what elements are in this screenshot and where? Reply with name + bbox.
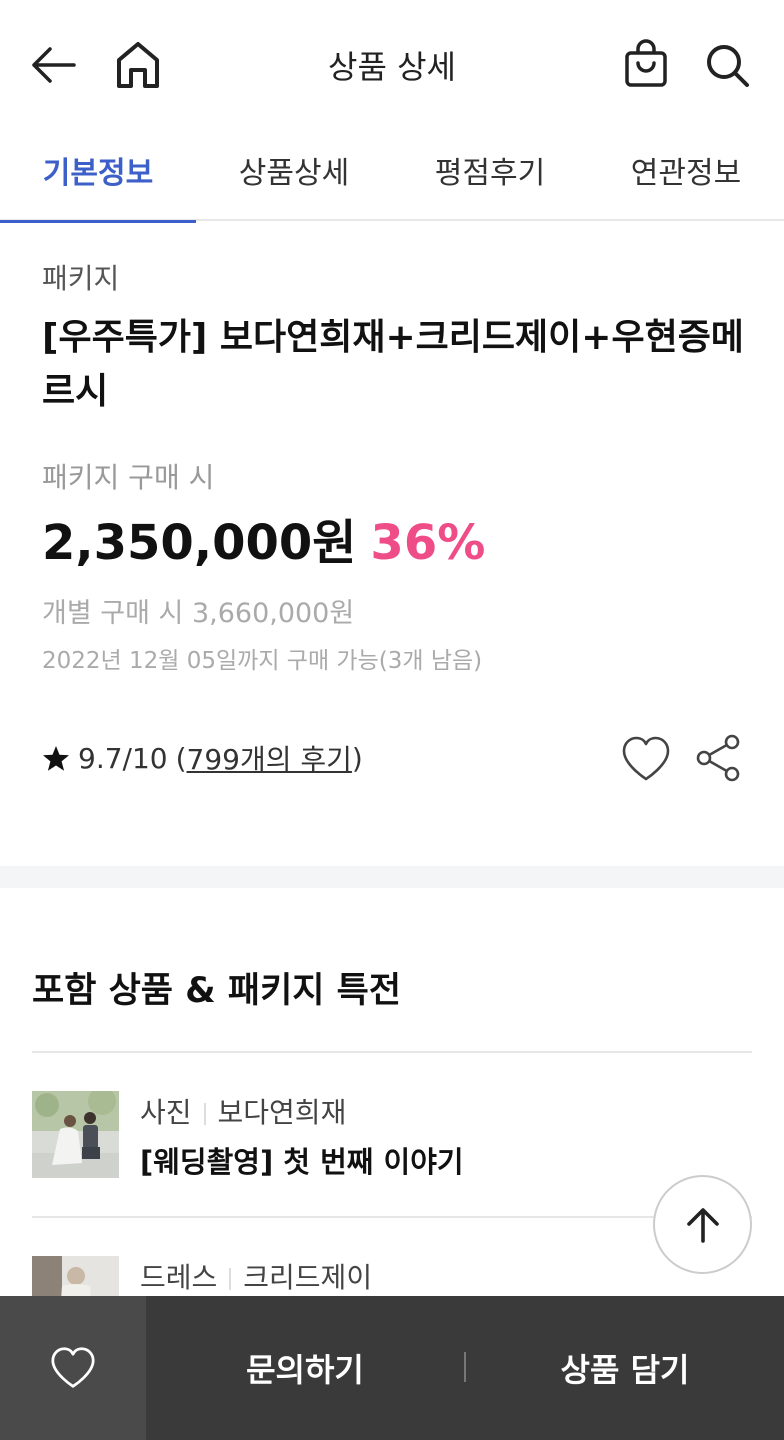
item-type: 드레스 [140,1261,218,1294]
product-category: 패키지 [42,262,120,295]
product-thumbnail [32,1091,119,1178]
package-price: 2,350,000원 [42,515,357,571]
item-vendor: 보다연희재 [217,1096,347,1129]
meta-separator [229,1268,232,1290]
list-item[interactable]: 드레스 크리드제이 [32,1256,752,1296]
section-divider [0,866,784,888]
bottom-action-bar: 문의하기 상품 담기 [0,1296,784,1440]
rating-paren-open: ( [175,741,187,775]
tab-related-info[interactable]: 연관정보 [588,130,784,221]
scroll-to-top-button[interactable] [653,1175,752,1274]
product-thumbnail [32,1256,119,1296]
list-item[interactable]: 사진 보다연희재 [웨딩촬영] 첫 번째 이야기 [32,1091,752,1191]
rating-score: 9.7/10 [78,741,168,775]
discount-rate: 36% [370,515,486,571]
item-type: 사진 [140,1096,192,1129]
heart-icon[interactable] [620,735,672,783]
top-app-bar: 상품 상세 [0,0,784,130]
price-label: 패키지 구매 시 [42,461,215,494]
review-count-link[interactable]: 799개의 후기 [187,738,352,778]
add-to-cart-button[interactable]: 상품 담기 [466,1296,784,1440]
item-divider [32,1216,752,1218]
item-meta: 드레스 크리드제이 [140,1256,372,1296]
product-title: [우주특가] 보다연희재+크리드제이+우현증메르시 [42,317,744,412]
inquiry-button[interactable]: 문의하기 [146,1296,464,1440]
share-icon[interactable] [694,733,742,783]
item-name: [웨딩촬영] 첫 번째 이야기 [140,1145,464,1179]
wishlist-button[interactable] [0,1296,146,1440]
section-title: 포함 상품 & 패키지 특전 [32,971,402,1011]
section-divider-line [32,1051,752,1053]
star-icon [42,745,70,772]
meta-separator [203,1103,206,1125]
purchase-deadline: 2022년 12월 05일까지 구매 가능(3개 남음) [42,648,483,674]
heart-icon [49,1346,97,1390]
original-price: 개별 구매 시 3,660,000원 [42,598,355,629]
search-icon[interactable] [702,40,752,90]
price-row: 2,350,000원 36% [42,503,485,573]
tab-bar: 기본정보 상품상세 평점후기 연관정보 [0,130,784,223]
tab-basic-info[interactable]: 기본정보 [0,130,196,223]
rating-paren-close: ) [351,741,363,775]
tab-reviews[interactable]: 평점후기 [392,130,588,221]
rating-row: 9.7/10 (799개의 후기) [42,738,363,778]
arrow-up-icon [683,1205,723,1245]
item-meta: 사진 보다연희재 [140,1091,346,1131]
item-vendor: 크리드제이 [243,1261,373,1294]
tab-product-detail[interactable]: 상품상세 [196,130,392,221]
shopping-bag-icon[interactable] [620,38,672,90]
